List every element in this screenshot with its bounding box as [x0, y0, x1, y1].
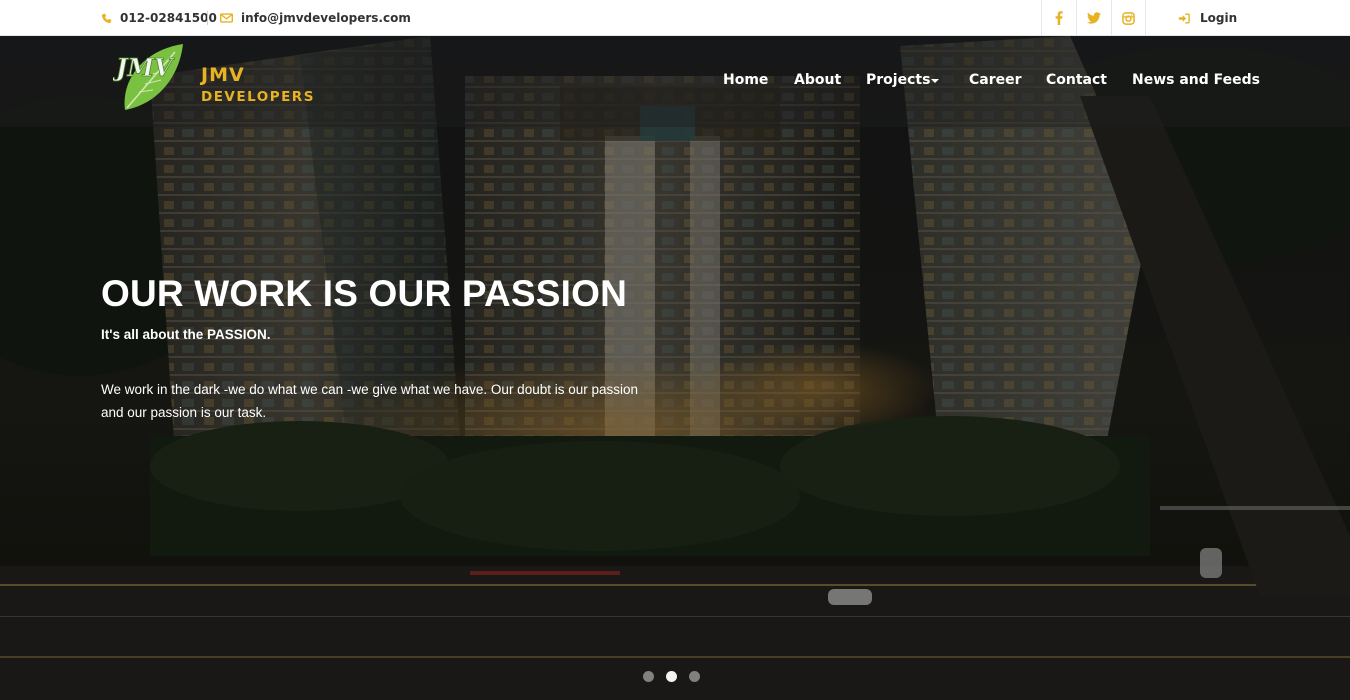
phone-number: 012-02841500 [120, 11, 217, 25]
top-bar: 012-02841500 info@jmvdevelopers.com Logi… [0, 0, 1350, 36]
slider-pagination [643, 671, 700, 682]
twitter-link[interactable] [1076, 0, 1111, 36]
login-label: Login [1200, 11, 1238, 25]
instagram-icon [1122, 11, 1135, 25]
hero-subheadline: It's all about the PASSION. [101, 327, 271, 342]
brand-logo[interactable]: JMV [113, 40, 193, 115]
nav-career[interactable]: Career [969, 72, 1022, 88]
envelope-icon [220, 13, 233, 23]
phone-icon [101, 13, 112, 23]
hero-headline: OUR WORK IS OUR PASSION [101, 273, 628, 314]
nav-news-and-feeds[interactable]: News and Feeds [1132, 72, 1260, 88]
hero-background-image [0, 36, 1350, 700]
twitter-icon [1087, 12, 1101, 24]
sign-in-icon [1178, 13, 1190, 23]
social-links [1041, 0, 1146, 36]
slide-dot-1[interactable] [643, 671, 654, 682]
brand-name: JMV [201, 64, 245, 86]
hero-body-text: We work in the dark -we do what we can -… [101, 382, 639, 420]
topbar-divider [207, 11, 208, 25]
slide-dot-3[interactable] [689, 671, 700, 682]
login-link[interactable]: Login [1178, 0, 1237, 36]
nav-home[interactable]: Home [723, 72, 768, 88]
email-address: info@jmvdevelopers.com [241, 11, 411, 25]
phone-contact[interactable]: 012-02841500 [101, 0, 217, 36]
hero-slider [0, 36, 1350, 700]
facebook-link[interactable] [1041, 0, 1076, 36]
instagram-link[interactable] [1111, 0, 1146, 36]
slide-dot-2[interactable] [666, 671, 677, 682]
logo-mark-text: JMV [113, 53, 175, 82]
brand-tagline: DEVELOPERS [201, 89, 315, 105]
email-contact[interactable]: info@jmvdevelopers.com [220, 0, 411, 36]
facebook-icon [1055, 11, 1063, 25]
nav-projects[interactable]: Projects [866, 72, 930, 88]
chevron-down-icon[interactable] [931, 79, 939, 83]
nav-contact[interactable]: Contact [1046, 72, 1107, 88]
nav-about[interactable]: About [794, 72, 841, 88]
